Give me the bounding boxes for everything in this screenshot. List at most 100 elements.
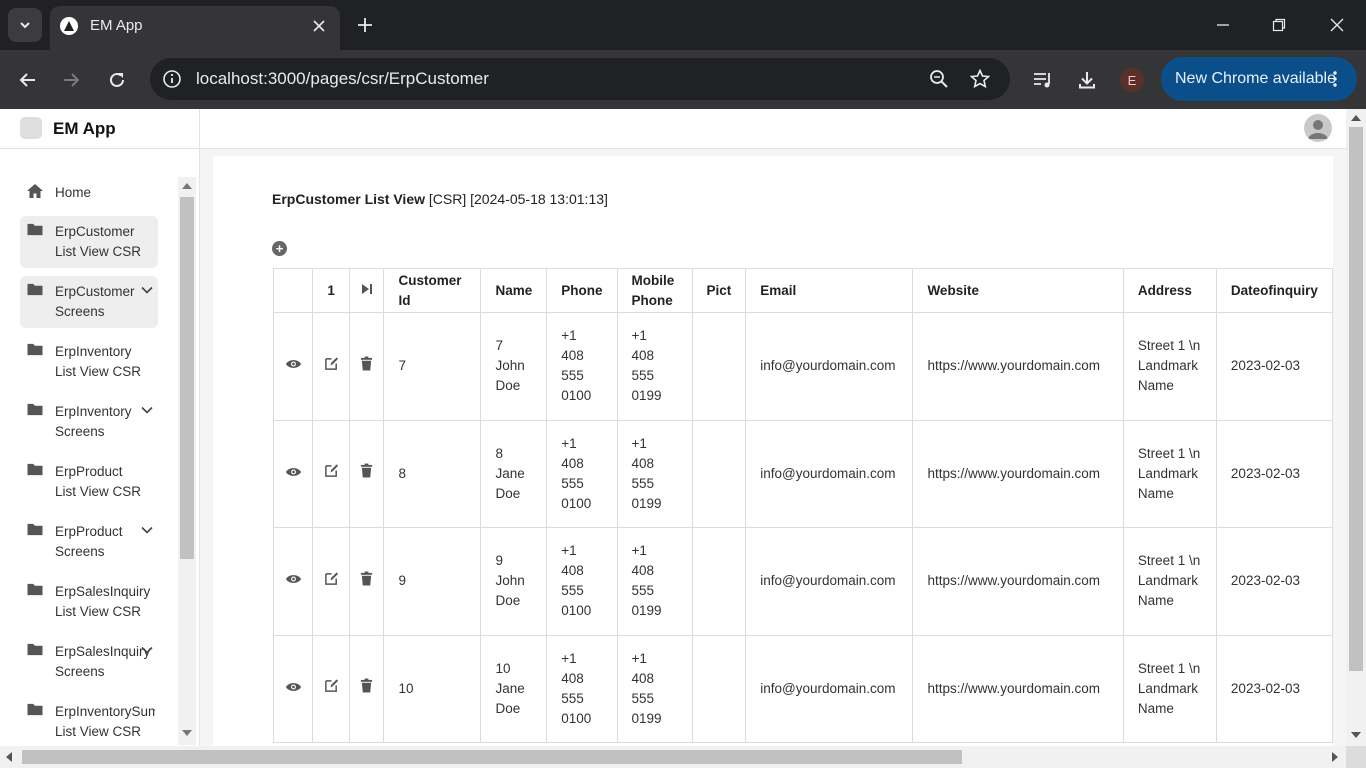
view-eye-icon[interactable]	[272, 419, 314, 528]
forward-arrow-icon[interactable]	[56, 65, 86, 95]
cell-phone: +1 408 555 0100	[546, 634, 618, 743]
column-header-website[interactable]: Website	[912, 268, 1124, 313]
browser-toolbar: localhost:3000/pages/csr/ErpCustomer E N…	[0, 50, 1366, 109]
header-actions-blank	[272, 268, 314, 313]
folder-icon	[26, 462, 44, 478]
sidebar-item-home[interactable]: Home	[20, 177, 158, 205]
zoom-icon[interactable]	[927, 67, 951, 91]
sidebar-item-erpproduct-screens[interactable]: ErpProduct Screens	[20, 516, 158, 568]
page-number[interactable]: 1	[312, 268, 351, 313]
sidebar-item-erpsalesinquiry-list-view-csr[interactable]: ErpSalesInquiry List View CSR	[20, 576, 158, 628]
app-topbar	[200, 109, 1346, 149]
column-header-phone[interactable]: Phone	[546, 268, 618, 313]
chevron-down-icon[interactable]	[140, 403, 154, 417]
sidebar-item-label-line1: ErpSalesInquiry	[55, 584, 151, 599]
cell-name: 10 Jane Doe	[480, 634, 548, 743]
page-scroll-down-icon[interactable]	[1351, 732, 1361, 738]
more-vertical-icon[interactable]	[1325, 69, 1345, 89]
bookmark-star-icon[interactable]	[968, 67, 992, 91]
chevron-down-icon[interactable]	[140, 643, 154, 657]
page-title-meta: [CSR] [2024-05-18 13:01:13]	[425, 191, 608, 207]
close-window-icon[interactable]	[1322, 10, 1352, 40]
sidebar-item-label-line2: List View CSR	[55, 364, 142, 379]
add-record-plus-icon[interactable]: +	[272, 241, 287, 256]
sidebar-item-erpinventory-screens[interactable]: ErpInventory Screens	[20, 396, 158, 448]
column-header-name[interactable]: Name	[480, 268, 548, 313]
browser-tab-active[interactable]: EM App	[50, 6, 340, 50]
sidebar-item-erpcustomer-list-view-csr[interactable]: ErpCustomer List View CSR	[20, 216, 158, 268]
edit-icon[interactable]	[312, 527, 351, 636]
chevron-down-icon[interactable]	[140, 523, 154, 537]
column-header-customer-id[interactable]: Customer Id	[383, 268, 482, 313]
sidebar-item-label-line2: Screens	[55, 424, 105, 439]
scroll-up-arrow-icon[interactable]	[182, 183, 192, 189]
column-header-mobile-phone[interactable]: Mobile Phone	[616, 268, 693, 313]
new-tab-plus-icon[interactable]	[352, 12, 378, 38]
restore-icon[interactable]	[1264, 10, 1294, 40]
page-vertical-scroll-thumb[interactable]	[1349, 127, 1363, 671]
sidebar-item-label-line1: ErpInventory	[55, 344, 132, 359]
sidebar-item-erpinventorysumvw-list-view-csr[interactable]: ErpInventorySumVw List View CSR	[20, 696, 158, 746]
sidebar-item-label-line1: ErpProduct	[55, 464, 123, 479]
sidebar-item-erpcustomer-screens[interactable]: ErpCustomer Screens	[20, 276, 158, 328]
minimize-icon[interactable]	[1208, 10, 1238, 40]
column-header-address[interactable]: Address	[1122, 268, 1217, 313]
view-eye-icon[interactable]	[272, 312, 314, 421]
column-header-dateofinquiry[interactable]: Dateofinquiry	[1215, 268, 1334, 313]
table-header-row: 1 Customer Id Name Phone Mobile Phone Pi…	[272, 268, 1334, 313]
chrome-update-button[interactable]: New Chrome available	[1161, 57, 1357, 101]
cell-email: info@yourdomain.com	[745, 312, 914, 421]
page-scroll-up-icon[interactable]	[1351, 115, 1361, 121]
scroll-down-arrow-icon[interactable]	[182, 730, 192, 736]
view-eye-icon[interactable]	[272, 634, 314, 743]
cell-customer-id: 9	[383, 527, 482, 636]
back-arrow-icon[interactable]	[13, 65, 43, 95]
sidebar-item-erpinventory-list-view-csr[interactable]: ErpInventory List View CSR	[20, 336, 158, 388]
delete-trash-icon[interactable]	[349, 312, 385, 421]
sidebar-item-erpproduct-list-view-csr[interactable]: ErpProduct List View CSR	[20, 456, 158, 508]
sidebar-item-label-line2: Screens	[55, 544, 105, 559]
site-info-icon[interactable]	[160, 67, 184, 91]
delete-trash-icon[interactable]	[349, 634, 385, 743]
cell-pict	[691, 527, 747, 636]
edit-icon[interactable]	[312, 419, 351, 528]
app-name: EM App	[53, 119, 116, 138]
sidebar-item-erpsalesinquiry-screens[interactable]: ErpSalesInquiry Screens	[20, 636, 158, 688]
close-tab-icon[interactable]	[308, 15, 330, 37]
chevron-down-icon[interactable]	[140, 283, 154, 297]
reload-icon[interactable]	[102, 65, 132, 95]
delete-trash-icon[interactable]	[349, 419, 385, 528]
media-controls-icon[interactable]	[1028, 65, 1058, 95]
tab-search-button[interactable]	[8, 8, 42, 42]
page-scroll-right-icon[interactable]	[1332, 752, 1338, 762]
cell-pict	[691, 419, 747, 528]
cell-name: 9 John Doe	[480, 527, 548, 636]
view-eye-icon[interactable]	[272, 527, 314, 636]
cell-dateofinquiry: 2023-02-03	[1215, 312, 1334, 421]
cell-website: https://www.yourdomain.com	[912, 634, 1124, 743]
address-bar[interactable]: localhost:3000/pages/csr/ErpCustomer	[150, 58, 1010, 100]
cell-dateofinquiry: 2023-02-03	[1215, 419, 1334, 528]
page-horizontal-scroll-thumb[interactable]	[22, 750, 962, 764]
sidebar-item-label: ErpProduct List View CSR	[55, 462, 155, 502]
cell-phone: +1 408 555 0100	[546, 312, 618, 421]
edit-icon[interactable]	[312, 634, 351, 743]
page-horizontal-scrollbar[interactable]	[0, 746, 1346, 768]
column-header-pict[interactable]: Pict	[691, 268, 747, 313]
page-scroll-left-icon[interactable]	[6, 752, 12, 762]
table-row: 99 John Doe +1 408 555 0100 +1 408 555 019…	[272, 527, 1334, 636]
sidebar-scroll-thumb[interactable]	[180, 197, 194, 559]
last-page-icon[interactable]	[349, 268, 385, 313]
page-vertical-scrollbar[interactable]	[1346, 109, 1366, 746]
column-header-email[interactable]: Email	[745, 268, 914, 313]
table-row: 77 John Doe +1 408 555 0100 +1 408 555 019…	[272, 312, 1334, 421]
profile-avatar[interactable]: E	[1120, 68, 1144, 92]
download-icon[interactable]	[1072, 65, 1102, 95]
sidebar-scrollbar[interactable]	[178, 177, 196, 745]
delete-trash-icon[interactable]	[349, 527, 385, 636]
user-avatar-icon[interactable]	[1304, 114, 1332, 142]
folder-icon	[26, 522, 44, 538]
browser-tab-strip: EM App	[0, 0, 1366, 50]
edit-icon[interactable]	[312, 312, 351, 421]
sidebar-item-label-line1: ErpInventorySumVw	[55, 704, 155, 719]
